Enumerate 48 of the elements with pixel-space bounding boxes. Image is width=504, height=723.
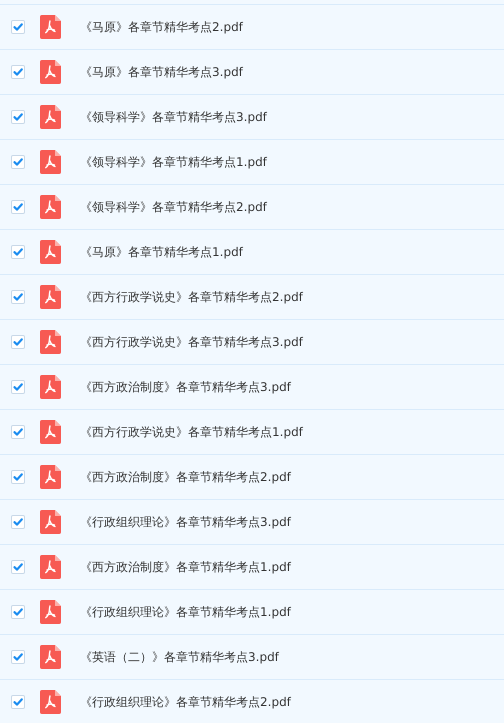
pdf-file-icon: [40, 60, 61, 84]
checkbox[interactable]: [11, 470, 25, 484]
pdf-file-icon: [40, 105, 61, 129]
checkbox[interactable]: [11, 335, 25, 349]
file-name[interactable]: 《英语（二）》各章节精华考点3.pdf: [80, 648, 279, 666]
file-name[interactable]: 《马原》各章节精华考点1.pdf: [80, 244, 243, 260]
pdf-file-icon: [40, 645, 61, 669]
file-name[interactable]: 《领导科学》各章节精华考点1.pdf: [80, 154, 267, 170]
checkbox[interactable]: [11, 650, 25, 664]
file-name[interactable]: 《西方政治制度》各章节精华考点2.pdf: [80, 468, 291, 486]
checkbox[interactable]: [11, 605, 25, 619]
file-name[interactable]: 《领导科学》各章节精华考点3.pdf: [80, 108, 267, 126]
checkbox[interactable]: [11, 65, 25, 79]
checkbox[interactable]: [11, 200, 25, 214]
checkbox[interactable]: [11, 290, 25, 304]
checkbox[interactable]: [11, 110, 25, 124]
pdf-file-icon: [40, 465, 61, 489]
pdf-file-icon: [40, 195, 61, 219]
file-name[interactable]: 《马原》各章节精华考点3.pdf: [80, 64, 243, 80]
pdf-file-icon: [40, 510, 61, 534]
checkbox[interactable]: [11, 695, 25, 709]
checkbox[interactable]: [11, 425, 25, 439]
file-name[interactable]: 《西方行政学说史》各章节精华考点2.pdf: [80, 288, 303, 306]
file-name[interactable]: 《西方行政学说史》各章节精华考点3.pdf: [80, 334, 303, 350]
pdf-file-icon: [40, 330, 61, 354]
pdf-file-icon: [40, 375, 61, 399]
file-name[interactable]: 《领导科学》各章节精华考点2.pdf: [80, 198, 267, 216]
checkbox[interactable]: [11, 155, 25, 169]
file-name[interactable]: 《西方行政学说史》各章节精华考点1.pdf: [80, 424, 303, 440]
checkbox[interactable]: [11, 515, 25, 529]
pdf-file-icon: [40, 240, 61, 264]
pdf-file-icon: [40, 285, 61, 309]
file-name[interactable]: 《行政组织理论》各章节精华考点1.pdf: [80, 604, 291, 620]
file-name[interactable]: 《行政组织理论》各章节精华考点2.pdf: [80, 694, 291, 710]
checkbox[interactable]: [11, 245, 25, 259]
file-name[interactable]: 《西方政治制度》各章节精华考点1.pdf: [80, 558, 291, 576]
checkbox[interactable]: [11, 20, 25, 34]
checkbox[interactable]: [11, 560, 25, 574]
pdf-file-icon: [40, 15, 61, 39]
pdf-file-icon: [40, 690, 61, 714]
checkbox[interactable]: [11, 380, 25, 394]
pdf-file-icon: [40, 600, 61, 624]
file-name[interactable]: 《行政组织理论》各章节精华考点3.pdf: [80, 514, 291, 530]
file-name[interactable]: 《马原》各章节精华考点2.pdf: [80, 18, 243, 36]
pdf-file-icon: [40, 150, 61, 174]
pdf-file-icon: [40, 420, 61, 444]
pdf-file-icon: [40, 555, 61, 579]
file-name[interactable]: 《西方政治制度》各章节精华考点3.pdf: [80, 378, 291, 396]
